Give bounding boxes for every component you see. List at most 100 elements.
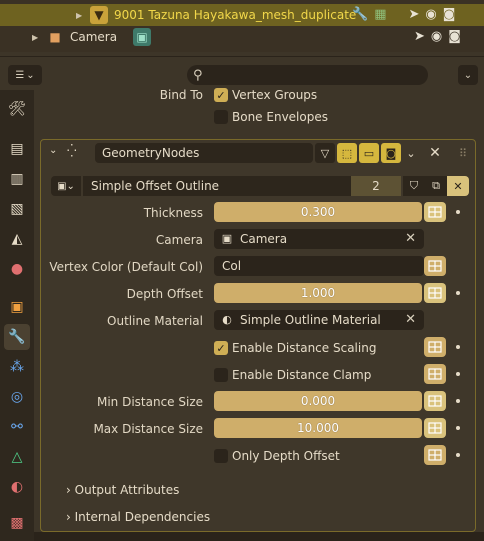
search-input[interactable]: ⚲ [187,65,428,85]
vertex-color-label: Vertex Color (Default Col) [49,260,203,274]
select-arrow-icon[interactable]: ➤ [414,29,425,44]
thickness-label: Thickness [143,206,203,220]
output-attributes-subpanel[interactable]: › Output Attributes [66,483,179,497]
drag-handle-icon[interactable]: ⠿ [453,143,473,163]
modifier-name-field[interactable]: GeometryNodes [95,143,313,163]
eye-icon[interactable]: ◉ [431,29,442,44]
status-bar [34,532,484,541]
only-depth-offset-label: Only Depth Offset [232,449,340,463]
duplicate-icon[interactable]: ⧉ [425,176,447,196]
camera-value: Camera [240,232,288,246]
keyframe-dot-icon[interactable] [456,426,460,430]
vertex-groups-icon[interactable]: ▦ [374,7,386,22]
internal-dependencies-subpanel[interactable]: › Internal Dependencies [66,510,210,524]
unlink-icon[interactable]: ✕ [447,176,469,196]
properties-header: ☰ ⌄ ⚲ ⌄ [0,56,484,90]
vertex-groups-checkbox[interactable]: ✓ [214,88,228,102]
world-tab-icon[interactable]: ● [4,256,30,282]
keyframe-dot-icon[interactable] [456,210,460,214]
enable-distance-scaling-checkbox[interactable]: ✓ [214,341,228,355]
physics-tab-icon[interactable]: ◎ [4,384,30,410]
tool-tab-icon[interactable]: 🛠 [4,96,30,122]
geometry-nodes-icon: ⁛ [67,144,77,158]
render-tab-icon[interactable]: ▤ [4,136,30,162]
modifier-menu-chevron-icon[interactable]: ⌄ [401,143,421,163]
close-icon[interactable]: ✕ [425,143,445,163]
outline-material-label: Outline Material [107,314,203,328]
attribute-toggle-icon[interactable] [424,256,446,276]
camera-render-icon[interactable]: ◙ [443,7,456,22]
chevron-right-icon: › [66,510,71,524]
keyframe-dot-icon[interactable] [456,372,460,376]
attribute-toggle-icon[interactable] [424,391,446,411]
node-group-name-field[interactable]: Simple Offset Outline [83,176,351,196]
texture-tab-icon[interactable]: ▩ [4,510,30,536]
camera-object-field[interactable]: ▣ Camera ✕ [214,229,424,249]
attribute-toggle-icon[interactable] [424,418,446,438]
depth-offset-field[interactable]: 1.000 [214,283,422,303]
attribute-toggle-icon[interactable] [424,337,446,357]
camera-data-icon[interactable]: ▣ [133,28,151,46]
only-depth-offset-checkbox[interactable] [214,449,228,463]
mesh-icon: ▼ [90,6,108,24]
view-layer-tab-icon[interactable]: ▧ [4,196,30,222]
checkmark-icon: ✓ [216,341,226,355]
max-distance-size-field[interactable]: 10.000 [214,418,422,438]
expand-arrow-icon[interactable]: ▶ [32,33,38,42]
enable-distance-clamp-checkbox[interactable] [214,368,228,382]
min-distance-size-field[interactable]: 0.000 [214,391,422,411]
bone-envelopes-label: Bone Envelopes [232,110,328,124]
outline-material-field[interactable]: ◐ Simple Outline Material ✕ [214,310,424,330]
outliner-row-mesh[interactable]: ▶ ▼ 9001 Tazuna Hayakawa_mesh_duplicate … [0,4,484,26]
editor-type-dropdown[interactable]: ☰ ⌄ [8,65,42,85]
node-tree-browse-button[interactable]: ▣⌄ [51,176,81,196]
eye-icon[interactable]: ◉ [425,7,436,22]
camera-render-icon[interactable]: ◙ [448,29,461,44]
vertex-color-field[interactable]: Col [214,256,424,276]
attribute-toggle-icon[interactable] [424,364,446,384]
object-tab-icon[interactable]: ▣ [4,294,30,320]
clear-icon[interactable]: ✕ [405,310,416,330]
material-tab-icon[interactable]: ◐ [4,474,30,500]
keyframe-dot-icon[interactable] [456,291,460,295]
thickness-field[interactable]: 0.300 [214,202,422,222]
bone-envelopes-checkbox[interactable] [214,110,228,124]
keyframe-dot-icon[interactable] [456,345,460,349]
edit-mode-icon[interactable]: ⬚ [337,143,357,163]
camera-object-icon: ■ [49,30,61,44]
output-tab-icon[interactable]: ▥ [4,166,30,192]
depth-offset-label: Depth Offset [126,287,203,301]
scene-tab-icon[interactable]: ◭ [4,226,30,252]
data-tab-icon[interactable]: △ [4,444,30,470]
geometry-nodes-modifier-panel: ⌄ ⁛ GeometryNodes ▽ ⬚ ▭ ◙ ⌄ ✕ ⠿ ▣⌄ Simpl… [40,139,476,532]
chevron-down-icon: ⌄ [463,69,473,81]
expand-arrow-icon[interactable]: ▶ [76,11,82,20]
keyframe-dot-icon[interactable] [456,399,460,403]
outliner-row-camera[interactable]: ▶ ■ Camera ▣ ➤ ◉ ◙ [0,26,484,48]
viewport-display-icon[interactable]: ▭ [359,143,379,163]
attribute-toggle-icon[interactable] [424,445,446,465]
max-distance-size-label: Max Distance Size [93,422,203,436]
chevron-down-icon: ⌄ [26,69,35,81]
enable-distance-scaling-label: Enable Distance Scaling [232,341,377,355]
particles-tab-icon[interactable]: ⁂ [4,354,30,380]
edit-mode-cage-icon[interactable]: ▽ [315,143,335,163]
checkmark-icon: ✓ [216,88,226,102]
options-dropdown[interactable]: ⌄ [458,65,478,85]
vertex-groups-label: Vertex Groups [232,88,318,102]
wrench-icon[interactable]: 🔧 [352,7,368,22]
constraints-tab-icon[interactable]: ⚯ [4,414,30,440]
select-arrow-icon[interactable]: ➤ [408,7,419,22]
object-name[interactable]: 9001 Tazuna Hayakawa_mesh_duplicate [114,8,356,22]
fake-user-shield-icon[interactable]: ⛉ [403,176,425,196]
collapse-chevron-icon[interactable]: ⌄ [49,145,57,156]
modifier-tab-icon[interactable]: 🔧 [4,324,30,350]
node-group-selector: ▣⌄ Simple Offset Outline 2 ⛉ ⧉ ✕ [51,176,469,196]
user-count-badge[interactable]: 2 [351,176,401,196]
attribute-toggle-icon[interactable] [424,202,446,222]
keyframe-dot-icon[interactable] [456,453,460,457]
render-icon[interactable]: ◙ [381,143,401,163]
camera-name[interactable]: Camera [70,30,117,44]
clear-icon[interactable]: ✕ [405,229,416,249]
attribute-toggle-icon[interactable] [424,283,446,303]
